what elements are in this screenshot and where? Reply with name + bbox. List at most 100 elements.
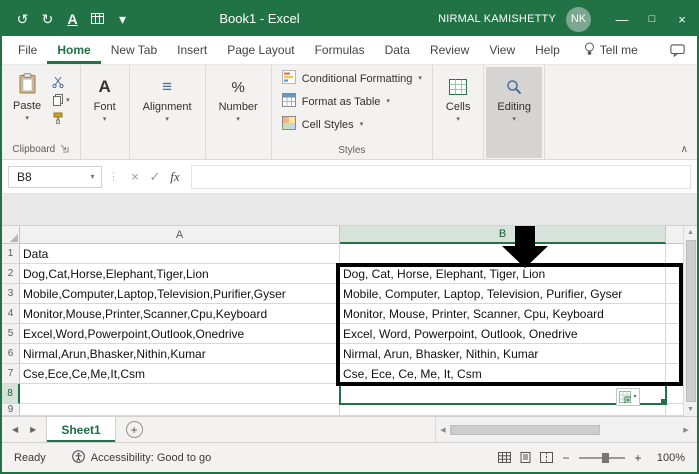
cell-B2[interactable]: Dog, Cat, Horse, Elephant, Tiger, Lion [340, 264, 666, 284]
cell-A2[interactable]: Dog,Cat,Horse,Elephant,Tiger,Lion [20, 264, 340, 284]
tab-help[interactable]: Help [525, 36, 570, 64]
cell-B5[interactable]: Excel, Word, Powerpoint, Outlook, Onedri… [340, 324, 666, 344]
redo-icon[interactable]: ↻ [35, 2, 60, 36]
row-header-4[interactable]: 4 [2, 304, 20, 324]
zoom-in-button[interactable]: + [633, 451, 643, 465]
tab-page-layout[interactable]: Page Layout [217, 36, 304, 64]
view-page-layout-button[interactable] [519, 452, 532, 463]
row-header-2[interactable]: 2 [2, 264, 20, 284]
cell-A7[interactable]: Cse,Ece,Ce,Me,It,Csm [20, 364, 340, 384]
horizontal-scrollbar[interactable]: ◀ ▶ [435, 417, 693, 442]
sheet-nav-left-icon[interactable]: ◀ [12, 425, 18, 434]
name-box-dropdown-icon[interactable]: ▾ [84, 167, 101, 187]
editing-group-button[interactable]: Editing ▾ [486, 67, 542, 158]
horizontal-scrollbar-thumb[interactable] [450, 424, 600, 435]
cut-button[interactable] [52, 76, 70, 88]
qat-customize-icon[interactable]: ▾ [110, 2, 135, 36]
formula-bar: B8 ▾ ⋮ × ✓ fx [2, 160, 697, 194]
cell-B6[interactable]: Nirmal, Arun, Bhasker, Nithin, Kumar [340, 344, 666, 364]
clipboard-group: Paste ▾ ▾ Clipboard [2, 65, 81, 159]
view-normal-button[interactable] [498, 452, 511, 463]
alignment-group-button[interactable]: ≡ Alignment ▾ [132, 67, 203, 158]
maximize-button[interactable]: □ [637, 2, 667, 36]
scroll-right-icon[interactable]: ▶ [679, 426, 693, 434]
column-header-A[interactable]: A [20, 226, 340, 244]
styles-group: Conditional Formatting ▾ Format as Table… [272, 65, 433, 159]
clipboard-dialog-launcher-icon[interactable] [59, 143, 69, 156]
underline-icon[interactable]: A [60, 2, 85, 36]
accessibility-status[interactable]: Accessibility: Good to go [71, 449, 211, 466]
worksheet: A B 1 Data 2 Dog,Cat,Horse,Elephant,Tige… [2, 226, 697, 416]
editing-icon [506, 76, 522, 98]
cell-B3[interactable]: Mobile, Computer, Laptop, Television, Pu… [340, 284, 666, 304]
cell-B7[interactable]: Cse, Ece, Ce, Me, It, Csm [340, 364, 666, 384]
cell-B1[interactable] [340, 244, 666, 264]
tab-new-tab[interactable]: New Tab [101, 36, 167, 64]
percent-icon: % [231, 78, 245, 96]
close-button[interactable]: × [667, 2, 697, 36]
format-as-table-button[interactable]: Format as Table ▾ [278, 90, 426, 113]
enter-icon[interactable]: ✓ [145, 169, 165, 185]
undo-icon[interactable]: ↺ [10, 2, 35, 36]
select-all-corner[interactable] [2, 226, 20, 244]
vertical-scrollbar[interactable]: ▲ ▼ [683, 226, 697, 416]
row-header-9[interactable]: 9 [2, 404, 20, 416]
cell-A1[interactable]: Data [20, 244, 340, 264]
cell-A9[interactable] [20, 404, 340, 416]
tab-view[interactable]: View [479, 36, 525, 64]
cell-A8[interactable] [20, 384, 340, 404]
zoom-slider-thumb[interactable] [602, 452, 609, 463]
conditional-formatting-button[interactable]: Conditional Formatting ▾ [278, 67, 426, 90]
sheet-tab-bar: ◀ ▶ Sheet1 + ◀ ▶ [2, 416, 697, 442]
scroll-down-icon[interactable]: ▼ [687, 403, 694, 416]
tab-home[interactable]: Home [47, 36, 100, 64]
cell-A3[interactable]: Mobile,Computer,Laptop,Television,Purifi… [20, 284, 340, 304]
zoom-level[interactable]: 100% [651, 452, 685, 464]
scroll-left-icon[interactable]: ◀ [436, 426, 450, 434]
tab-insert[interactable]: Insert [167, 36, 217, 64]
cells-group-button[interactable]: Cells ▾ [435, 67, 481, 158]
minimize-button[interactable]: — [607, 2, 637, 36]
row-header-5[interactable]: 5 [2, 324, 20, 344]
account-name[interactable]: NIRMAL KAMISHETTY [438, 13, 556, 25]
zoom-out-button[interactable]: − [561, 451, 571, 465]
sheet-tab-sheet1[interactable]: Sheet1 [46, 417, 116, 442]
copy-button[interactable]: ▾ [52, 94, 70, 106]
new-sheet-button[interactable]: + [125, 421, 143, 438]
cell-A4[interactable]: Monitor,Mouse,Printer,Scanner,Cpu,Keyboa… [20, 304, 340, 324]
tab-review[interactable]: Review [420, 36, 479, 64]
font-group-button[interactable]: A Font ▾ [83, 67, 127, 158]
collapse-ribbon-icon[interactable]: ∧ [681, 144, 688, 155]
tab-formulas[interactable]: Formulas [305, 36, 375, 64]
avatar[interactable]: NK [566, 6, 591, 32]
cancel-icon[interactable]: × [125, 169, 145, 184]
view-page-break-button[interactable] [540, 452, 553, 463]
fill-options-button[interactable]: ▾ [616, 388, 640, 406]
insert-function-icon[interactable]: fx [165, 169, 185, 185]
row-header-6[interactable]: 6 [2, 344, 20, 364]
formula-input[interactable] [191, 164, 691, 189]
number-group-button[interactable]: % Number ▾ [208, 67, 269, 158]
scroll-up-icon[interactable]: ▲ [687, 226, 694, 239]
cell-A6[interactable]: Nirmal,Arun,Bhasker,Nithin,Kumar [20, 344, 340, 364]
cell-A5[interactable]: Excel,Word,Powerpoint,Outlook,Onedrive [20, 324, 340, 344]
row-header-1[interactable]: 1 [2, 244, 20, 264]
sheet-nav-right-icon[interactable]: ▶ [30, 425, 36, 434]
paste-button[interactable]: Paste ▾ [4, 67, 50, 143]
table-icon[interactable] [85, 2, 110, 36]
vertical-scrollbar-thumb[interactable] [685, 240, 696, 402]
zoom-slider[interactable] [579, 452, 625, 463]
cell-styles-button[interactable]: Cell Styles ▾ [278, 113, 426, 136]
tab-data[interactable]: Data [375, 36, 420, 64]
tell-me[interactable]: Tell me [584, 36, 638, 64]
tab-file[interactable]: File [8, 36, 47, 64]
comment-icon[interactable] [670, 43, 685, 57]
row-header-8[interactable]: 8 [2, 384, 20, 404]
name-box[interactable]: B8 ▾ [8, 165, 102, 188]
row-header-3[interactable]: 3 [2, 284, 20, 304]
cell-B4[interactable]: Monitor, Mouse, Printer, Scanner, Cpu, K… [340, 304, 666, 324]
format-painter-button[interactable] [52, 112, 70, 124]
cells-group-label: Cells [445, 101, 471, 113]
column-header-B[interactable]: B [340, 226, 666, 244]
row-header-7[interactable]: 7 [2, 364, 20, 384]
